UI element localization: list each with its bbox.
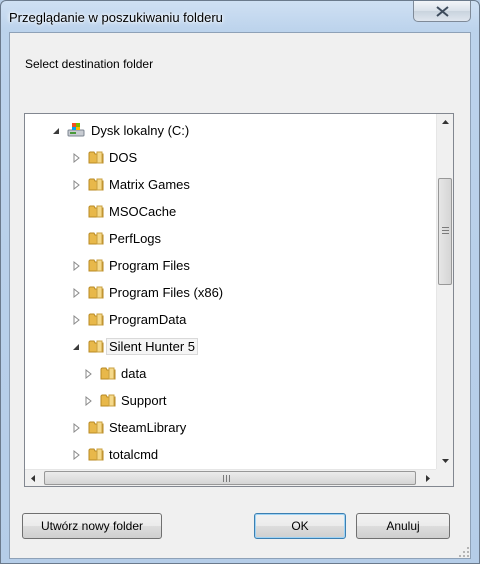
folder-icon xyxy=(100,394,116,407)
tree-item-label: ProgramData xyxy=(109,312,187,327)
tree-rows: Dysk lokalny (C:) DOS Matrix Games MSOCa… xyxy=(25,114,436,469)
vertical-scroll-thumb[interactable] xyxy=(438,178,452,285)
tree-item-programdata[interactable]: ProgramData xyxy=(25,309,436,331)
cancel-button[interactable]: Anuluj xyxy=(356,513,450,539)
drive-icon xyxy=(67,123,85,137)
tree-item-dos[interactable]: DOS xyxy=(25,147,436,169)
tree-item-perflogs[interactable]: PerfLogs xyxy=(25,228,436,250)
tree-item-label: totalcmd xyxy=(109,447,159,462)
dialog-client: Select destination folder Dysk lokalny (… xyxy=(9,32,471,559)
scroll-left-icon[interactable] xyxy=(25,470,42,487)
vertical-scrollbar[interactable] xyxy=(436,114,453,469)
horizontal-scroll-thumb[interactable] xyxy=(44,471,416,485)
expanded-arrow-icon[interactable] xyxy=(71,342,81,352)
new-folder-button[interactable]: Utwórz nowy folder xyxy=(22,513,162,539)
close-button[interactable] xyxy=(413,1,471,22)
folder-icon xyxy=(88,421,104,434)
tree-item-matrix-games[interactable]: Matrix Games xyxy=(25,174,436,196)
resize-grip-icon[interactable] xyxy=(458,546,470,558)
horizontal-scrollbar[interactable] xyxy=(25,469,436,486)
tree-item-data[interactable]: data xyxy=(25,363,436,385)
collapsed-arrow-icon[interactable] xyxy=(71,261,81,271)
collapsed-arrow-icon[interactable] xyxy=(83,396,93,406)
folder-icon xyxy=(88,313,104,326)
folder-icon xyxy=(88,205,104,218)
collapsed-arrow-icon[interactable] xyxy=(71,288,81,298)
collapsed-arrow-icon[interactable] xyxy=(71,315,81,325)
tree-item-label: Support xyxy=(121,393,167,408)
folder-icon xyxy=(88,151,104,164)
close-icon xyxy=(436,6,449,17)
folder-icon xyxy=(88,448,104,461)
tree-item-label: Silent Hunter 5 xyxy=(106,338,198,355)
scroll-right-icon[interactable] xyxy=(419,470,436,487)
tree-item-label: DOS xyxy=(109,150,138,165)
folder-icon xyxy=(88,340,104,353)
tree-item-steamlibrary[interactable]: SteamLibrary xyxy=(25,417,436,439)
expanded-arrow-icon[interactable] xyxy=(51,126,61,136)
collapsed-arrow-icon[interactable] xyxy=(71,180,81,190)
folder-icon xyxy=(88,286,104,299)
tree-item-label: MSOCache xyxy=(109,204,177,219)
tree-item-label: SteamLibrary xyxy=(109,420,187,435)
tree-item-totalcmd[interactable]: totalcmd xyxy=(25,444,436,466)
tree-item-msocache[interactable]: MSOCache xyxy=(25,201,436,223)
scroll-up-icon[interactable] xyxy=(437,114,454,131)
folder-icon xyxy=(88,259,104,272)
folder-tree[interactable]: Dysk lokalny (C:) DOS Matrix Games MSOCa… xyxy=(24,113,454,487)
dialog-window: Przeglądanie w poszukiwaniu folderu Sele… xyxy=(0,0,480,564)
tree-item-program-files[interactable]: Program Files xyxy=(25,255,436,277)
tree-item-silent-hunter-5[interactable]: Silent Hunter 5 xyxy=(25,336,436,358)
tree-item-label: data xyxy=(121,366,147,381)
ok-button[interactable]: OK xyxy=(254,513,346,539)
collapsed-arrow-icon[interactable] xyxy=(83,369,93,379)
folder-icon xyxy=(100,367,116,380)
tree-item-label: PerfLogs xyxy=(109,231,162,246)
window-title: Przeglądanie w poszukiwaniu folderu xyxy=(9,10,223,25)
tree-item-support[interactable]: Support xyxy=(25,390,436,412)
scrollbar-corner xyxy=(436,469,453,486)
collapsed-arrow-icon[interactable] xyxy=(71,153,81,163)
tree-item-label: Matrix Games xyxy=(109,177,190,192)
folder-icon xyxy=(88,232,104,245)
instruction-text: Select destination folder xyxy=(25,57,154,71)
tree-item-label: Dysk lokalny (C:) xyxy=(91,123,190,138)
tree-item-drive-c[interactable]: Dysk lokalny (C:) xyxy=(25,120,436,142)
tree-item-label: Program Files (x86) xyxy=(109,285,224,300)
collapsed-arrow-icon[interactable] xyxy=(71,450,81,460)
folder-icon xyxy=(88,178,104,191)
scroll-down-icon[interactable] xyxy=(437,452,454,469)
collapsed-arrow-icon[interactable] xyxy=(71,423,81,433)
tree-item-program-files-x86[interactable]: Program Files (x86) xyxy=(25,282,436,304)
tree-item-label: Program Files xyxy=(109,258,190,273)
